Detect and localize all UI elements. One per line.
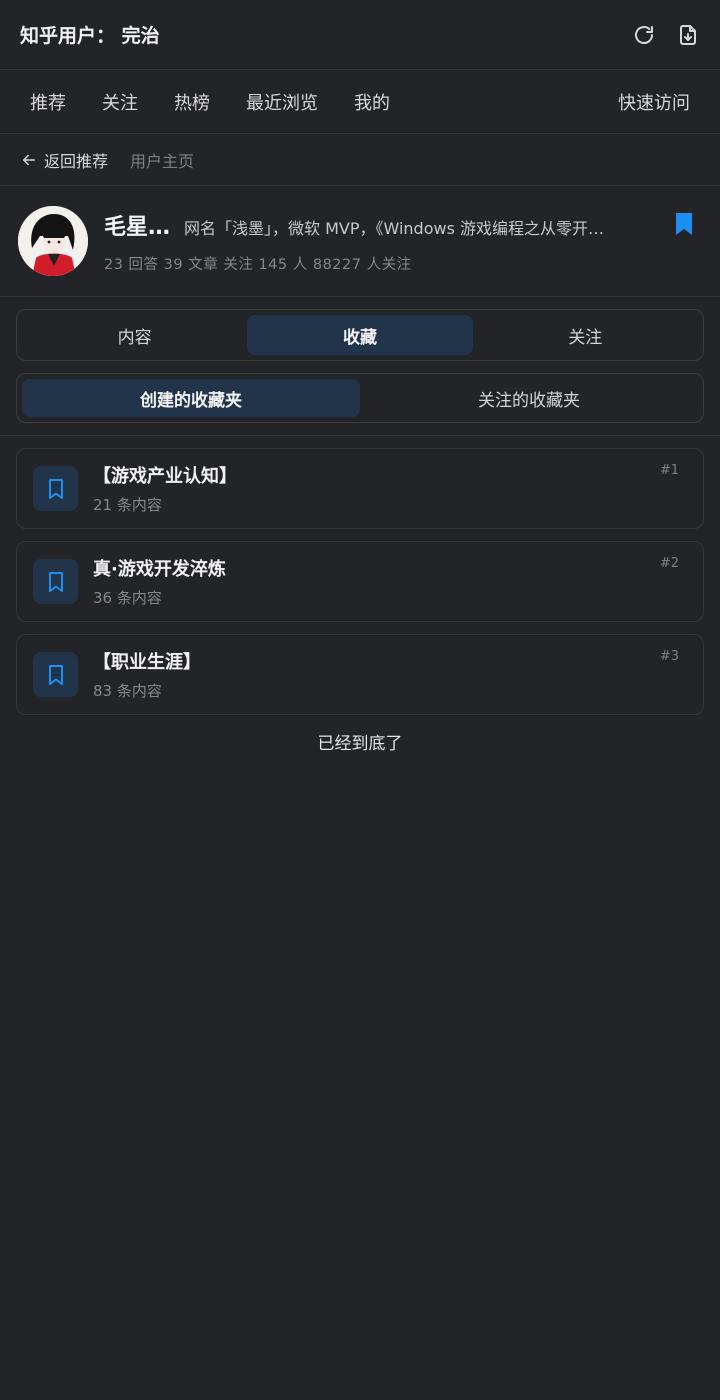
collection-card[interactable]: 【游戏产业认知】 21 条内容 #1 xyxy=(16,448,704,529)
bookmark-icon xyxy=(33,466,78,511)
nav-tab-hot[interactable]: 热榜 xyxy=(156,89,228,115)
profile-stats: 23 回答 39 文章 关注 145 人 88227 人关注 xyxy=(104,256,412,273)
collection-title: 【职业生涯】 xyxy=(93,652,201,673)
collection-text: 【游戏产业认知】 21 条内容 xyxy=(93,462,237,515)
header-actions xyxy=(632,23,700,47)
collection-rank: #1 xyxy=(659,463,679,478)
collection-text: 【职业生涯】 83 条内容 xyxy=(93,648,201,701)
avatar[interactable] xyxy=(18,206,88,276)
tab-following[interactable]: 关注 xyxy=(473,315,698,355)
subtab-followed[interactable]: 关注的收藏夹 xyxy=(360,379,698,417)
profile-name-row: 毛星… 网名「浅墨」，微软 MVP，《Windows 游戏编程之从零开… xyxy=(104,209,662,241)
tab-collections[interactable]: 收藏 xyxy=(247,315,473,355)
collection-count: 83 条内容 xyxy=(93,682,162,700)
breadcrumb-current: 用户主页 xyxy=(130,151,195,171)
nav-tab-recent[interactable]: 最近浏览 xyxy=(228,89,336,115)
collection-count: 21 条内容 xyxy=(93,496,162,514)
profile-info: 毛星… 网名「浅墨」，微软 MVP，《Windows 游戏编程之从零开… 23 … xyxy=(104,209,702,274)
collection-title: 真·游戏开发淬炼 xyxy=(93,559,226,580)
collection-rank: #2 xyxy=(659,556,679,571)
collection-text: 真·游戏开发淬炼 36 条内容 xyxy=(93,555,226,608)
profile-bio: 网名「浅墨」，微软 MVP，《Windows 游戏编程之从零开… xyxy=(184,218,605,238)
profile-header: 毛星… 网名「浅墨」，微软 MVP，《Windows 游戏编程之从零开… 23 … xyxy=(0,186,720,297)
file-download-icon[interactable] xyxy=(676,23,700,47)
refresh-icon[interactable] xyxy=(632,23,656,47)
collection-list: 【游戏产业认知】 21 条内容 #1 真·游戏开发淬炼 36 条内容 #2 【职… xyxy=(0,436,720,715)
bookmark-icon[interactable] xyxy=(674,212,694,236)
collection-count: 36 条内容 xyxy=(93,589,162,607)
back-label: 返回推荐 xyxy=(44,151,109,171)
back-button[interactable]: 返回推荐 xyxy=(20,148,108,172)
nav-tab-recommend[interactable]: 推荐 xyxy=(12,89,84,115)
subtab-created[interactable]: 创建的收藏夹 xyxy=(22,379,360,417)
collection-rank: #3 xyxy=(659,649,679,664)
bookmark-icon xyxy=(33,652,78,697)
main-nav: 推荐 关注 热榜 最近浏览 我的 快速访问 xyxy=(0,70,720,134)
profile-tabs: 内容 收藏 关注 xyxy=(16,309,704,361)
page-title: 知乎用户： 完治 xyxy=(20,25,160,47)
nav-tab-following[interactable]: 关注 xyxy=(84,89,156,115)
collection-card[interactable]: 真·游戏开发淬炼 36 条内容 #2 xyxy=(16,541,704,622)
collection-subtabs: 创建的收藏夹 关注的收藏夹 xyxy=(16,373,704,423)
collection-title: 【游戏产业认知】 xyxy=(93,466,237,487)
profile-name: 毛星… xyxy=(104,214,171,240)
arrow-left-icon xyxy=(23,154,35,165)
tab-content[interactable]: 内容 xyxy=(22,315,247,355)
breadcrumb: 返回推荐 用户主页 xyxy=(0,134,720,186)
collection-card[interactable]: 【职业生涯】 83 条内容 #3 xyxy=(16,634,704,715)
bookmark-icon xyxy=(33,559,78,604)
end-of-list-text: 已经到底了 xyxy=(317,734,403,754)
nav-quick-access[interactable]: 快速访问 xyxy=(600,89,708,115)
nav-tab-mine[interactable]: 我的 xyxy=(336,89,408,115)
top-bar: 知乎用户： 完治 xyxy=(0,0,720,70)
